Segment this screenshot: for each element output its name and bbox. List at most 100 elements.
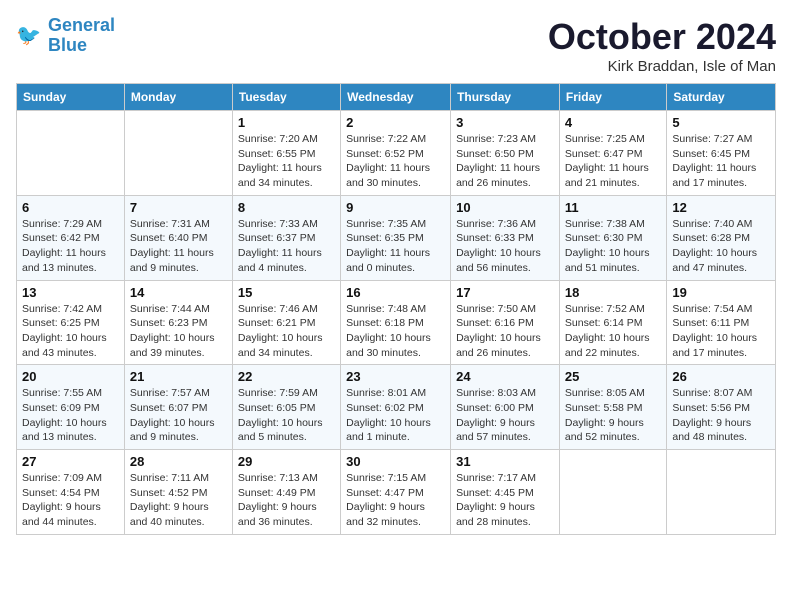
calendar-week-row: 6Sunrise: 7:29 AM Sunset: 6:42 PM Daylig…	[17, 195, 776, 280]
day-info: Sunrise: 7:44 AM Sunset: 6:23 PM Dayligh…	[130, 302, 227, 361]
day-number: 14	[130, 285, 227, 300]
day-info: Sunrise: 7:48 AM Sunset: 6:18 PM Dayligh…	[346, 302, 445, 361]
calendar-cell: 25 Sunrise: 8:05 AM Sunset: 5:58 PM Dayli…	[559, 365, 666, 450]
location-label: Kirk Braddan, Isle of Man	[548, 58, 776, 75]
calendar-cell: 24 Sunrise: 8:03 AM Sunset: 6:00 PM Dayli…	[451, 365, 560, 450]
day-number: 2	[346, 115, 445, 130]
logo-bird-icon: 🐦	[16, 22, 44, 50]
day-number: 26	[672, 369, 770, 384]
calendar-cell	[559, 450, 666, 535]
day-info: Sunrise: 7:46 AM Sunset: 6:21 PM Dayligh…	[238, 302, 335, 361]
day-number: 13	[22, 285, 119, 300]
day-info: Sunrise: 7:57 AM Sunset: 6:07 PM Dayligh…	[130, 386, 227, 445]
day-info: Sunrise: 8:05 AM Sunset: 5:58 PM Dayligh…	[565, 386, 661, 445]
day-info: Sunrise: 7:29 AM Sunset: 6:42 PM Dayligh…	[22, 217, 119, 276]
logo-blue: Blue	[48, 35, 87, 55]
calendar-cell: 28 Sunrise: 7:11 AM Sunset: 4:52 PM Dayli…	[124, 450, 232, 535]
day-number: 16	[346, 285, 445, 300]
day-info: Sunrise: 7:17 AM Sunset: 4:45 PM Dayligh…	[456, 471, 554, 530]
day-info: Sunrise: 7:42 AM Sunset: 6:25 PM Dayligh…	[22, 302, 119, 361]
day-number: 4	[565, 115, 661, 130]
day-info: Sunrise: 8:07 AM Sunset: 5:56 PM Dayligh…	[672, 386, 770, 445]
calendar-cell: 20 Sunrise: 7:55 AM Sunset: 6:09 PM Dayli…	[17, 365, 125, 450]
calendar-cell: 31 Sunrise: 7:17 AM Sunset: 4:45 PM Dayli…	[451, 450, 560, 535]
calendar-cell: 8Sunrise: 7:33 AM Sunset: 6:37 PM Daylig…	[232, 195, 340, 280]
day-number: 20	[22, 369, 119, 384]
logo: 🐦 General Blue	[16, 16, 115, 56]
day-number: 27	[22, 454, 119, 469]
calendar-cell: 19 Sunrise: 7:54 AM Sunset: 6:11 PM Dayli…	[667, 280, 776, 365]
day-info: Sunrise: 7:54 AM Sunset: 6:11 PM Dayligh…	[672, 302, 770, 361]
day-number: 12	[672, 200, 770, 215]
day-info: Sunrise: 7:36 AM Sunset: 6:33 PM Dayligh…	[456, 217, 554, 276]
calendar-cell: 3 Sunrise: 7:23 AM Sunset: 6:50 PM Daylig…	[451, 111, 560, 196]
day-number: 3	[456, 115, 554, 130]
day-number: 23	[346, 369, 445, 384]
day-number: 15	[238, 285, 335, 300]
calendar-cell: 27Sunrise: 7:09 AM Sunset: 4:54 PM Dayli…	[17, 450, 125, 535]
day-number: 25	[565, 369, 661, 384]
weekday-header-sunday: Sunday	[17, 84, 125, 111]
day-info: Sunrise: 7:31 AM Sunset: 6:40 PM Dayligh…	[130, 217, 227, 276]
calendar-cell: 7 Sunrise: 7:31 AM Sunset: 6:40 PM Daylig…	[124, 195, 232, 280]
calendar-cell: 5Sunrise: 7:27 AM Sunset: 6:45 PM Daylig…	[667, 111, 776, 196]
weekday-header-friday: Friday	[559, 84, 666, 111]
calendar-cell: 22Sunrise: 7:59 AM Sunset: 6:05 PM Dayli…	[232, 365, 340, 450]
calendar-cell: 14 Sunrise: 7:44 AM Sunset: 6:23 PM Dayli…	[124, 280, 232, 365]
calendar-table: SundayMondayTuesdayWednesdayThursdayFrid…	[16, 83, 776, 535]
day-number: 29	[238, 454, 335, 469]
day-info: Sunrise: 8:01 AM Sunset: 6:02 PM Dayligh…	[346, 386, 445, 445]
month-title: October 2024	[548, 16, 776, 58]
day-number: 11	[565, 200, 661, 215]
day-number: 5	[672, 115, 770, 130]
calendar-cell: 29 Sunrise: 7:13 AM Sunset: 4:49 PM Dayli…	[232, 450, 340, 535]
calendar-week-row: 13 Sunrise: 7:42 AM Sunset: 6:25 PM Dayli…	[17, 280, 776, 365]
title-block: October 2024 Kirk Braddan, Isle of Man	[548, 16, 776, 75]
calendar-cell	[667, 450, 776, 535]
calendar-week-row: 1Sunrise: 7:20 AM Sunset: 6:55 PM Daylig…	[17, 111, 776, 196]
day-number: 31	[456, 454, 554, 469]
day-info: Sunrise: 8:03 AM Sunset: 6:00 PM Dayligh…	[456, 386, 554, 445]
day-number: 10	[456, 200, 554, 215]
day-info: Sunrise: 7:33 AM Sunset: 6:37 PM Dayligh…	[238, 217, 335, 276]
calendar-cell: 12 Sunrise: 7:40 AM Sunset: 6:28 PM Dayli…	[667, 195, 776, 280]
day-info: Sunrise: 7:50 AM Sunset: 6:16 PM Dayligh…	[456, 302, 554, 361]
logo-general: General	[48, 15, 115, 35]
calendar-cell: 17 Sunrise: 7:50 AM Sunset: 6:16 PM Dayli…	[451, 280, 560, 365]
calendar-week-row: 20 Sunrise: 7:55 AM Sunset: 6:09 PM Dayli…	[17, 365, 776, 450]
day-number: 17	[456, 285, 554, 300]
calendar-cell: 21 Sunrise: 7:57 AM Sunset: 6:07 PM Dayli…	[124, 365, 232, 450]
day-number: 24	[456, 369, 554, 384]
weekday-header-wednesday: Wednesday	[341, 84, 451, 111]
weekday-header-monday: Monday	[124, 84, 232, 111]
calendar-cell: 15 Sunrise: 7:46 AM Sunset: 6:21 PM Dayli…	[232, 280, 340, 365]
calendar-cell: 18Sunrise: 7:52 AM Sunset: 6:14 PM Dayli…	[559, 280, 666, 365]
day-number: 19	[672, 285, 770, 300]
day-info: Sunrise: 7:40 AM Sunset: 6:28 PM Dayligh…	[672, 217, 770, 276]
calendar-cell: 10 Sunrise: 7:36 AM Sunset: 6:33 PM Dayli…	[451, 195, 560, 280]
day-info: Sunrise: 7:13 AM Sunset: 4:49 PM Dayligh…	[238, 471, 335, 530]
day-number: 28	[130, 454, 227, 469]
day-info: Sunrise: 7:15 AM Sunset: 4:47 PM Dayligh…	[346, 471, 445, 530]
calendar-cell: 4Sunrise: 7:25 AM Sunset: 6:47 PM Daylig…	[559, 111, 666, 196]
day-info: Sunrise: 7:38 AM Sunset: 6:30 PM Dayligh…	[565, 217, 661, 276]
day-number: 7	[130, 200, 227, 215]
calendar-cell	[124, 111, 232, 196]
day-info: Sunrise: 7:35 AM Sunset: 6:35 PM Dayligh…	[346, 217, 445, 276]
calendar-cell	[17, 111, 125, 196]
day-info: Sunrise: 7:23 AM Sunset: 6:50 PM Dayligh…	[456, 132, 554, 191]
day-info: Sunrise: 7:52 AM Sunset: 6:14 PM Dayligh…	[565, 302, 661, 361]
day-number: 9	[346, 200, 445, 215]
day-number: 1	[238, 115, 335, 130]
day-number: 22	[238, 369, 335, 384]
day-number: 30	[346, 454, 445, 469]
calendar-cell: 23 Sunrise: 8:01 AM Sunset: 6:02 PM Dayli…	[341, 365, 451, 450]
day-info: Sunrise: 7:11 AM Sunset: 4:52 PM Dayligh…	[130, 471, 227, 530]
weekday-header-thursday: Thursday	[451, 84, 560, 111]
calendar-cell: 2Sunrise: 7:22 AM Sunset: 6:52 PM Daylig…	[341, 111, 451, 196]
day-info: Sunrise: 7:55 AM Sunset: 6:09 PM Dayligh…	[22, 386, 119, 445]
weekday-header-tuesday: Tuesday	[232, 84, 340, 111]
calendar-cell: 6Sunrise: 7:29 AM Sunset: 6:42 PM Daylig…	[17, 195, 125, 280]
day-number: 21	[130, 369, 227, 384]
page-header: 🐦 General Blue October 2024 Kirk Braddan…	[16, 16, 776, 75]
